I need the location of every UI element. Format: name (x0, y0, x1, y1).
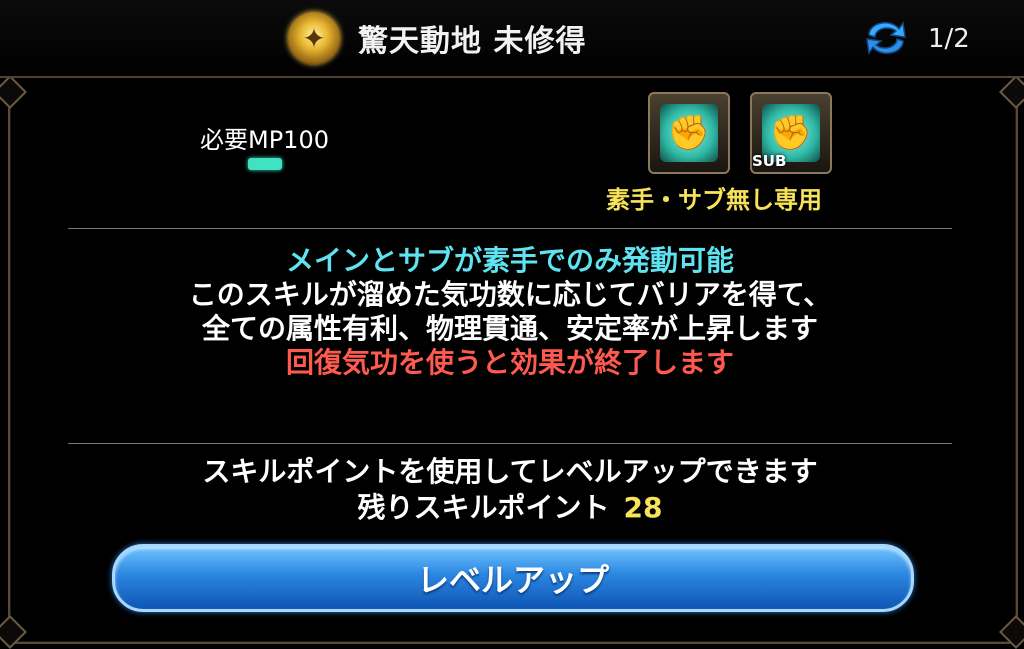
sub-label: SUB (752, 152, 787, 170)
divider-bottom (68, 443, 952, 444)
weapon-restriction: 素手・サブ無し専用 (606, 186, 822, 214)
remaining-points-label: 残りスキルポイント (357, 491, 610, 524)
page-indicator: 1/2 (928, 24, 970, 54)
warning-line: 回復気功を使うと効果が終了します (285, 346, 734, 379)
skill-description: メインとサブが素手でのみ発動可能 このスキルが溜めた気功数に応じてバリアを得て、… (68, 244, 952, 380)
condition-line: メインとサブが素手でのみ発動可能 (285, 244, 734, 277)
header-bar: ✦ 驚天動地 未修得 1/2 (0, 0, 1024, 78)
fist-icon: ✊ (660, 104, 718, 162)
skill-title: 驚天動地 未修得 (358, 24, 587, 59)
skill-point-info: スキルポイントを使用してレベルアップできます 残りスキルポイント 28 (68, 454, 952, 526)
divider-top (68, 228, 952, 229)
golden-ornament-icon: ✦ (288, 12, 340, 64)
main-weapon-slot: ✊ (648, 92, 730, 174)
remaining-points-row: 残りスキルポイント 28 (68, 490, 952, 526)
mp-bar (248, 158, 282, 170)
effect-line-1: このスキルが溜めた気功数に応じてバリアを得て、 (188, 278, 832, 311)
levelup-info-text: スキルポイントを使用してレベルアップできます (202, 455, 818, 488)
mp-requirement: 必要MP100 (200, 126, 329, 154)
remaining-points-value: 28 (623, 491, 663, 524)
effect-line-2: 全ての属性有利、物理貫通、安定率が上昇します (201, 312, 818, 345)
refresh-arrows-icon[interactable] (862, 18, 910, 58)
title-group: ✦ 驚天動地 未修得 (288, 12, 586, 64)
levelup-button[interactable]: レベルアップ (112, 544, 914, 612)
